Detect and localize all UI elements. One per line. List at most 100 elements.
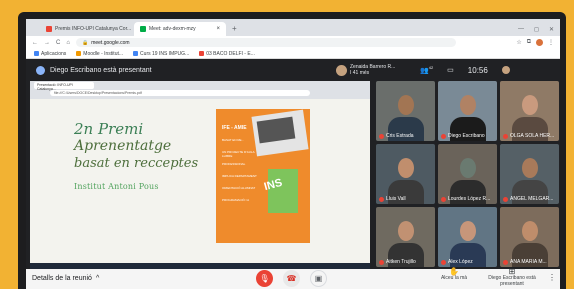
favicon-icon xyxy=(46,26,52,32)
participant-tile[interactable]: Alex López xyxy=(438,207,497,267)
star-icon[interactable]: ☆ xyxy=(516,39,521,46)
back-button[interactable]: ← xyxy=(32,40,38,46)
self-subtitle: I 41 més xyxy=(350,70,370,76)
participant-name: Alex López xyxy=(448,259,473,265)
tab-title: Meet: adv-dexm-mzy xyxy=(149,26,196,32)
menu-icon[interactable]: ⋮ xyxy=(548,39,554,46)
participant-head xyxy=(398,158,414,178)
poster-line: BASAT EN RE... xyxy=(222,138,245,142)
slide-line-1: 2n Premi xyxy=(74,120,144,138)
presenting-banner: Diego Escribano està presentant xyxy=(36,65,152,75)
shared-url: file:///C:/Users/DOCE/Desktop/Presentaci… xyxy=(50,90,310,96)
present-now-button[interactable]: ⊞ Diego Escribano està presentant xyxy=(488,268,536,288)
people-icon[interactable]: 👥42 xyxy=(420,65,433,74)
browser-tab-premis[interactable]: Premis INFO-UPI Catalunya Cor... × xyxy=(40,22,132,36)
chat-icon[interactable]: ▭ xyxy=(447,66,454,74)
participant-tile[interactable]: Lourdes López R... xyxy=(438,144,497,204)
slide-line-2: Aprenentatge xyxy=(74,138,172,154)
chevron-up-icon: ^ xyxy=(95,275,100,282)
camera-icon: ▣ xyxy=(314,274,323,283)
participant-tile[interactable]: ANA MARIA M... xyxy=(500,207,559,267)
participant-name-label: Cris Estrada xyxy=(379,133,435,139)
meet-favicon-icon xyxy=(140,26,146,32)
self-card[interactable]: Zenaida Barrero R... I 41 més xyxy=(336,62,410,78)
bookmark-baco[interactable]: 03 BACO DELFI - E... xyxy=(199,51,255,57)
bookmark-label: Moodle - Institut... xyxy=(83,50,124,57)
slide-line-3: basat en recceptes xyxy=(74,156,199,171)
participant-tile[interactable]: ANGEL MELGAR... xyxy=(500,144,559,204)
more-options-icon[interactable]: ⋮ xyxy=(548,273,556,282)
participant-name-label: ANGEL MELGAR... xyxy=(503,196,559,202)
forward-button[interactable]: → xyxy=(44,40,50,46)
clock-time: 10:56 xyxy=(467,65,488,75)
poster-line: ORIENTACIÓ ALUMNAT xyxy=(222,186,256,190)
details-label: Detalls de la reunió xyxy=(32,275,92,282)
profile-avatar[interactable] xyxy=(536,39,543,46)
url-field[interactable]: 🔒 meet.google.com xyxy=(75,38,456,47)
meet-controls-bar: Detalls de la reunió ^ 🎙 ☎ ▣ ✋ Alceu la … xyxy=(26,268,560,289)
raise-hand-label: Alceu la mà xyxy=(440,275,468,281)
slide-line-4: Institut Antoni Pous xyxy=(74,182,159,191)
bookmark-label: 03 BACO DELFI - E... xyxy=(206,50,255,57)
bookmark-apps[interactable]: Aplicacions xyxy=(34,51,66,57)
raise-hand-button[interactable]: ✋ Alceu la mà xyxy=(436,268,472,282)
window-controls: — ◻ ✕ xyxy=(512,22,560,36)
participant-name: Lluis Vall xyxy=(386,196,406,202)
globe-icon xyxy=(133,51,139,56)
participant-name-label: Diego Escribano xyxy=(441,133,497,139)
minimize-button[interactable]: — xyxy=(518,26,524,32)
poster-image: IFE - AMIE BASAT EN RE... UN PROJECTE D'… xyxy=(216,109,310,243)
participant-head xyxy=(522,221,538,241)
shared-tab: Presentació: INFO-UPI Catalunya... xyxy=(34,82,94,91)
bookmark-curs[interactable]: Curs 19 INS IMPUG... xyxy=(133,51,189,57)
participant-tile[interactable]: Aitken Trujillo xyxy=(376,207,435,267)
participant-tile[interactable]: Cris Estrada xyxy=(376,81,435,141)
reload-button[interactable]: C xyxy=(56,40,60,46)
participant-tile[interactable]: OLGA SOLA HER... xyxy=(500,81,559,141)
mic-off-icon: 🎙 xyxy=(259,274,270,283)
poster-line: IMPLICA DEPARTAMENT xyxy=(222,174,257,178)
extensions-icon[interactable]: ⧉ xyxy=(527,39,531,46)
maximize-button[interactable]: ◻ xyxy=(534,26,539,33)
account-avatar[interactable] xyxy=(501,66,510,74)
mic-muted-icon xyxy=(379,133,384,139)
bookmark-label: Aplicacions xyxy=(41,50,67,57)
participant-name-label: Lourdes López R... xyxy=(441,196,497,202)
mic-muted-icon xyxy=(503,133,508,139)
bookmark-icon xyxy=(199,51,205,56)
participant-name: OLGA SOLA HER... xyxy=(510,133,555,139)
shared-screen: Presentació: INFO-UPI Catalunya... file:… xyxy=(30,81,370,269)
participant-head xyxy=(522,158,538,178)
mic-muted-icon xyxy=(441,196,446,202)
hang-up-button[interactable]: ☎ xyxy=(283,270,300,287)
close-icon[interactable]: × xyxy=(216,26,220,32)
url-text: meet.google.com xyxy=(91,39,130,46)
participant-name: ANA MARIA M... xyxy=(510,259,547,265)
phone-icon: ☎ xyxy=(286,274,297,283)
participant-name: Aitken Trujillo xyxy=(386,259,416,265)
poster-line: PROFESSIONAL xyxy=(222,162,246,166)
mic-muted-icon xyxy=(503,259,508,265)
shared-browser-chrome: Presentació: INFO-UPI Catalunya... file:… xyxy=(30,81,370,99)
browser-tab-meet[interactable]: Meet: adv-dexm-mzy × xyxy=(134,22,226,36)
participant-head xyxy=(460,221,476,241)
new-tab-button[interactable]: + xyxy=(228,22,241,36)
camera-button[interactable]: ▣ xyxy=(310,270,327,287)
bookmark-label: Curs 19 INS IMPUG... xyxy=(140,50,190,57)
meeting-details-button[interactable]: Detalls de la reunió ^ xyxy=(32,275,99,282)
people-count: 42 xyxy=(428,65,434,71)
close-window-button[interactable]: ✕ xyxy=(549,26,554,33)
participant-name: Lourdes López R... xyxy=(448,196,491,202)
participant-head xyxy=(460,158,476,178)
participant-tile[interactable]: Diego Escribano xyxy=(438,81,497,141)
address-bar: ← → C ⌂ 🔒 meet.google.com ☆ ⧉ ⋮ xyxy=(26,36,560,49)
lock-icon: 🔒 xyxy=(81,39,89,46)
poster-line: PROGRAMACIÓ I A xyxy=(222,198,250,202)
mic-off-button[interactable]: 🎙 xyxy=(256,270,273,287)
screen: Premis INFO-UPI Catalunya Cor... × Meet:… xyxy=(26,19,560,289)
participant-tile[interactable]: Lluis Vall xyxy=(376,144,435,204)
home-button[interactable]: ⌂ xyxy=(66,40,70,46)
participant-name-label: Alex López xyxy=(441,259,497,265)
bookmark-moodle[interactable]: Moodle - Institut... xyxy=(76,51,123,57)
mic-muted-icon xyxy=(503,196,508,202)
